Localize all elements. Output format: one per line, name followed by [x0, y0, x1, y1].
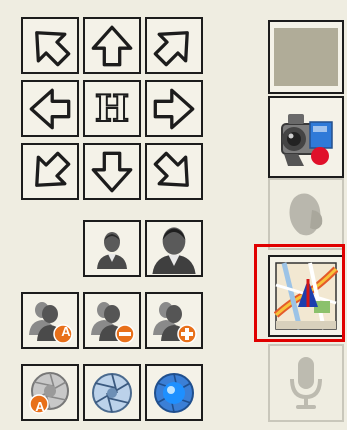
ptz-down-button[interactable] [83, 143, 141, 200]
ptz-down-right-button[interactable] [145, 143, 203, 200]
ptz-up-left-button[interactable] [21, 17, 79, 74]
iris-auto-badge: A [35, 399, 45, 414]
iris-close-button[interactable] [83, 364, 141, 421]
arrow-left-icon [29, 88, 71, 129]
arrow-up-right-icon [153, 30, 189, 66]
ptz-home-button[interactable]: H [83, 80, 141, 137]
snapshot-button[interactable] [268, 178, 344, 250]
person-large-icon [152, 226, 196, 274]
iris-open-button[interactable] [145, 364, 203, 421]
iris-open-icon [154, 372, 194, 413]
person-small-icon [97, 231, 127, 269]
arrow-up-icon [91, 25, 133, 66]
record-video-button[interactable] [268, 96, 344, 178]
focus-plus-button[interactable] [145, 292, 203, 349]
map-icon [274, 262, 338, 330]
arrow-right-icon [153, 88, 195, 129]
iris-auto-button[interactable]: A [21, 364, 79, 421]
snapshot-icon [289, 193, 323, 236]
arrow-down-icon [91, 151, 133, 192]
focus-minus-icon [91, 301, 135, 344]
zoom-in-button[interactable] [145, 220, 203, 277]
zoom-out-button[interactable] [83, 220, 141, 277]
microphone-icon [290, 357, 322, 409]
arrow-down-right-icon [153, 151, 189, 187]
ptz-up-right-button[interactable] [145, 17, 203, 74]
video-camera-record-icon [281, 114, 333, 166]
focus-plus-icon [153, 301, 197, 344]
iris-close-icon [92, 372, 132, 413]
focus-auto-badge: A [61, 324, 71, 339]
ptz-left-button[interactable] [21, 80, 79, 137]
blank-panel-button[interactable] [268, 20, 344, 94]
microphone-button[interactable] [268, 344, 344, 422]
focus-minus-button[interactable] [83, 292, 141, 349]
map-button[interactable] [268, 255, 344, 337]
arrow-up-left-icon [35, 30, 71, 66]
arrow-down-left-icon [35, 151, 71, 187]
ptz-down-left-button[interactable] [21, 143, 79, 200]
ptz-up-button[interactable] [83, 17, 141, 74]
focus-auto-button[interactable]: A [21, 292, 79, 349]
blank-panel-icon [274, 28, 338, 86]
home-icon: H [94, 87, 130, 130]
ptz-right-button[interactable] [145, 80, 203, 137]
